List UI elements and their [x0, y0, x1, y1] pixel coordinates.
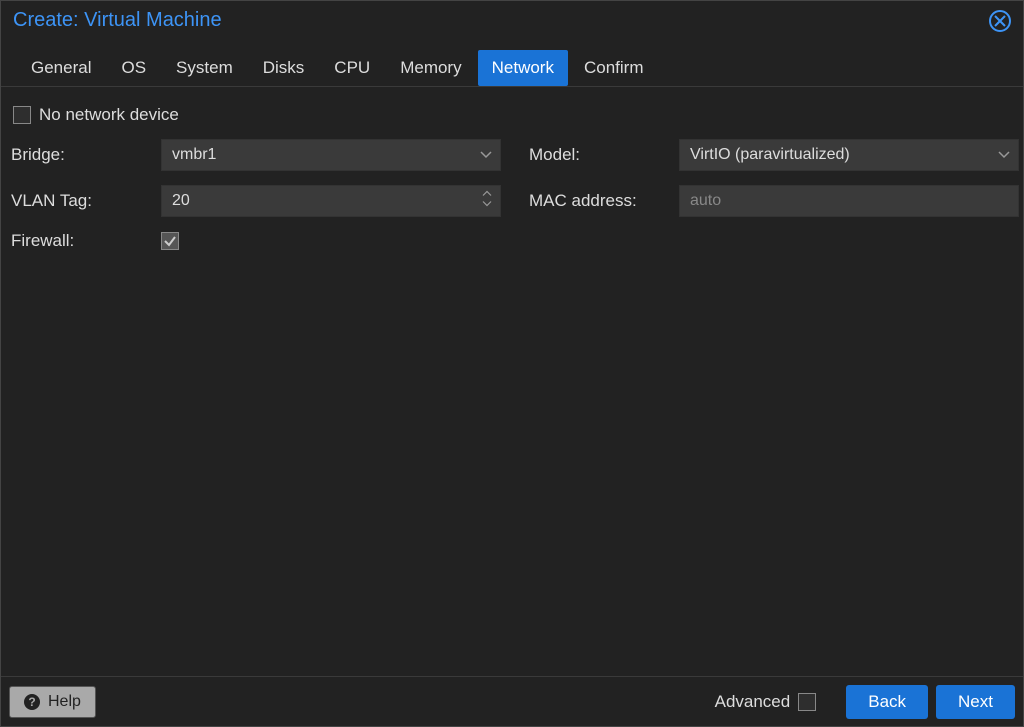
- spinner-icon: [482, 191, 492, 212]
- back-button[interactable]: Back: [846, 685, 928, 719]
- tab-memory[interactable]: Memory: [386, 50, 475, 86]
- mac-placeholder: auto: [690, 192, 721, 210]
- model-label: Model:: [529, 145, 679, 165]
- mac-address-input[interactable]: auto: [679, 185, 1019, 217]
- chevron-down-icon: [998, 146, 1010, 164]
- model-value: VirtIO (paravirtualized): [690, 146, 850, 164]
- vlan-value: 20: [172, 192, 190, 210]
- tab-os[interactable]: OS: [107, 50, 160, 86]
- advanced-label: Advanced: [715, 692, 791, 712]
- no-network-label: No network device: [39, 105, 179, 125]
- footer: ? Help Advanced Back Next: [1, 676, 1023, 726]
- model-select[interactable]: VirtIO (paravirtualized): [679, 139, 1019, 171]
- advanced-toggle: Advanced: [715, 692, 817, 712]
- network-panel: No network device Bridge: vmbr1 Model: V…: [1, 87, 1023, 676]
- tab-disks[interactable]: Disks: [249, 50, 319, 86]
- advanced-checkbox[interactable]: [798, 693, 816, 711]
- firewall-label: Firewall:: [11, 231, 161, 251]
- check-icon: [163, 234, 177, 248]
- bridge-label: Bridge:: [11, 145, 161, 165]
- bridge-value: vmbr1: [172, 146, 216, 164]
- help-button[interactable]: ? Help: [9, 686, 96, 718]
- firewall-checkbox[interactable]: [161, 232, 179, 250]
- chevron-down-icon: [480, 146, 492, 164]
- wizard-tabs: General OS System Disks CPU Memory Netwo…: [1, 40, 1023, 87]
- bridge-select[interactable]: vmbr1: [161, 139, 501, 171]
- tab-network[interactable]: Network: [478, 50, 568, 86]
- help-icon: ?: [24, 694, 40, 710]
- tab-system[interactable]: System: [162, 50, 247, 86]
- vlan-tag-input[interactable]: 20: [161, 185, 501, 217]
- next-button[interactable]: Next: [936, 685, 1015, 719]
- vm-create-dialog: Create: Virtual Machine General OS Syste…: [0, 0, 1024, 727]
- tab-general[interactable]: General: [17, 50, 105, 86]
- close-icon: [994, 15, 1006, 27]
- tab-cpu[interactable]: CPU: [320, 50, 384, 86]
- titlebar: Create: Virtual Machine: [1, 1, 1023, 40]
- dialog-title: Create: Virtual Machine: [13, 9, 222, 32]
- tab-confirm[interactable]: Confirm: [570, 50, 658, 86]
- vlan-label: VLAN Tag:: [11, 191, 161, 211]
- close-button[interactable]: [989, 10, 1011, 32]
- no-network-checkbox[interactable]: [13, 106, 31, 124]
- help-label: Help: [48, 693, 81, 711]
- mac-label: MAC address:: [529, 191, 679, 211]
